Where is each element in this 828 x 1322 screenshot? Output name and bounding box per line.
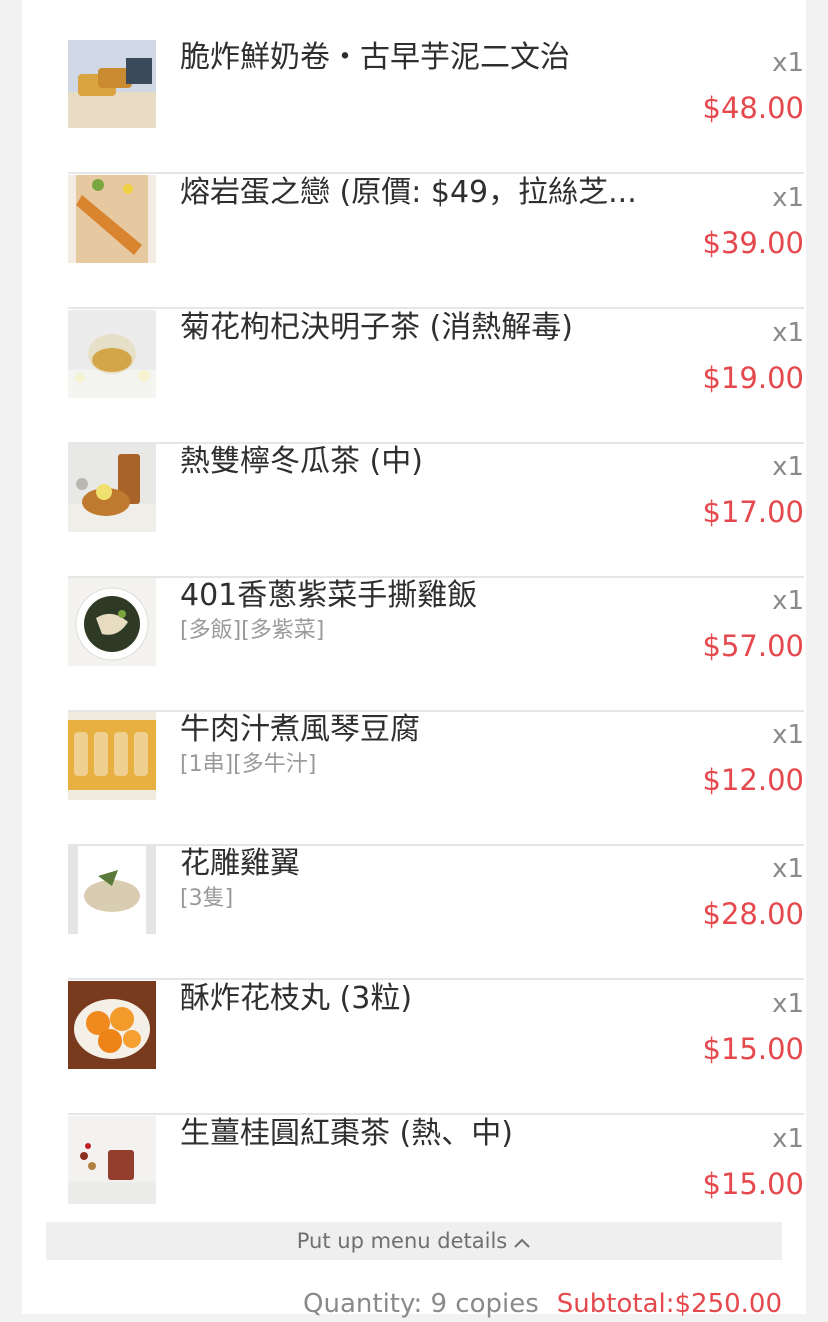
lemon-winter-melon-tea-photo xyxy=(68,444,156,532)
item-quantity: x1 xyxy=(772,318,804,348)
chicken-rice-photo xyxy=(68,578,156,666)
item-quantity: x1 xyxy=(772,1124,804,1154)
item-name: 酥炸花枝丸 (3粒) xyxy=(180,981,413,1016)
item-price: $48.00 xyxy=(702,91,804,125)
item-quantity: x1 xyxy=(772,586,804,616)
accordion-tofu-photo xyxy=(68,712,156,800)
item-options: [3隻] xyxy=(180,886,234,911)
collapse-menu-details-button[interactable]: Put up menu details xyxy=(46,1222,782,1260)
order-item: 酥炸花枝丸 (3粒) x1 $15.00 xyxy=(68,981,804,1115)
item-quantity: x1 xyxy=(772,720,804,750)
item-price: $19.00 xyxy=(702,361,804,395)
item-name: 熱雙檸冬瓜茶 (中) xyxy=(180,444,423,479)
order-item: 熔岩蛋之戀 (原價: $49，拉絲芝... x1 $39.00 xyxy=(68,175,804,309)
ginger-longan-tea-photo xyxy=(68,1116,156,1204)
total-quantity: Quantity: 9 copies xyxy=(303,1289,539,1319)
item-options: [1串][多牛汁] xyxy=(180,752,317,777)
item-name: 花雕雞翼 xyxy=(180,846,300,881)
item-quantity: x1 xyxy=(772,989,804,1019)
item-price: $12.00 xyxy=(702,763,804,797)
item-price: $15.00 xyxy=(702,1032,804,1066)
lava-egg-photo xyxy=(68,175,156,263)
subtotal: Subtotal:$250.00 xyxy=(556,1289,782,1319)
toggle-label: Put up menu details xyxy=(296,1229,508,1253)
chevron-up-icon xyxy=(513,1223,531,1261)
order-item: 脆炸鮮奶卷・古早芋泥二文治 x1 $48.00 xyxy=(68,40,804,174)
item-quantity: x1 xyxy=(772,183,804,213)
order-item: 牛肉汁煮風琴豆腐 [1串][多牛汁] x1 $12.00 xyxy=(68,712,804,846)
chicken-wings-photo xyxy=(68,846,156,934)
item-quantity: x1 xyxy=(772,452,804,482)
item-price: $15.00 xyxy=(702,1167,804,1201)
fried-milk-roll-photo xyxy=(68,40,156,128)
item-name: 菊花枸杞決明子茶 (消熱解毒) xyxy=(180,310,573,345)
item-price: $57.00 xyxy=(702,629,804,663)
chrysanthemum-tea-photo xyxy=(68,310,156,398)
cuttlefish-balls-photo xyxy=(68,981,156,1069)
item-price: $39.00 xyxy=(702,226,804,260)
item-options: [多飯][多紫菜] xyxy=(180,618,325,643)
item-name: 401香蔥紫菜手撕雞飯 xyxy=(180,578,478,613)
item-quantity: x1 xyxy=(772,48,804,78)
item-price: $17.00 xyxy=(702,495,804,529)
order-details-card: 脆炸鮮奶卷・古早芋泥二文治 x1 $48.00 熔岩蛋之戀 (原價: $49，拉… xyxy=(22,0,806,1319)
item-name: 生薑桂圓紅棗茶 (熱、中) xyxy=(180,1116,513,1151)
order-item: 401香蔥紫菜手撕雞飯 [多飯][多紫菜] x1 $57.00 xyxy=(68,578,804,712)
item-price: $28.00 xyxy=(702,897,804,931)
order-item: 菊花枸杞決明子茶 (消熱解毒) x1 $19.00 xyxy=(68,310,804,444)
order-item: 熱雙檸冬瓜茶 (中) x1 $17.00 xyxy=(68,444,804,578)
item-quantity: x1 xyxy=(772,854,804,884)
item-name: 脆炸鮮奶卷・古早芋泥二文治 xyxy=(180,40,570,75)
order-item: 花雕雞翼 [3隻] x1 $28.00 xyxy=(68,846,804,980)
item-name: 牛肉汁煮風琴豆腐 xyxy=(180,712,420,747)
item-name: 熔岩蛋之戀 (原價: $49，拉絲芝... xyxy=(180,175,637,210)
order-summary: Quantity: 9 copies Subtotal:$250.00 xyxy=(303,1286,782,1322)
